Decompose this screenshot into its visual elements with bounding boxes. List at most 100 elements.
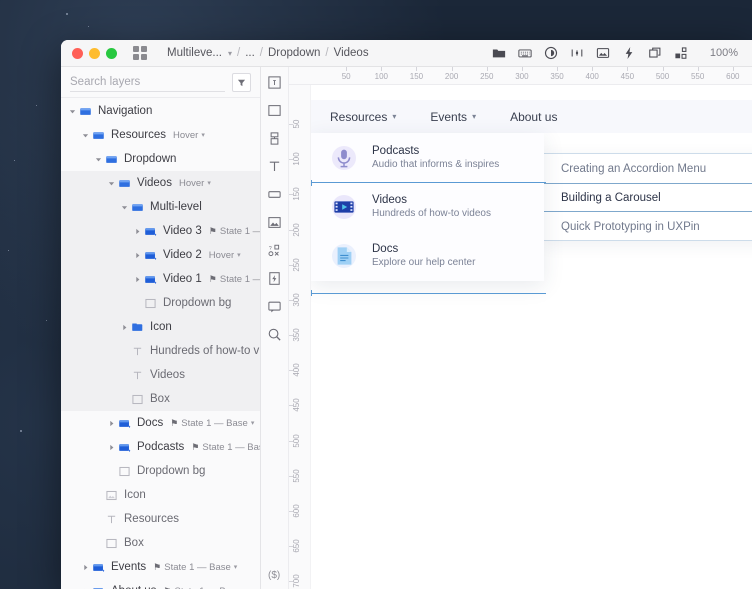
image-icon[interactable]	[596, 46, 610, 60]
ruler-label: 400	[292, 363, 301, 377]
layer-row[interactable]: Dropdown bg	[61, 459, 260, 483]
comment-tool-icon[interactable]	[267, 299, 282, 314]
image-tool-icon[interactable]	[267, 215, 282, 230]
svg-text:?: ?	[269, 246, 272, 252]
chevron-down-icon[interactable]	[67, 108, 78, 115]
filter-icon[interactable]	[232, 72, 251, 92]
chevron-down-icon[interactable]: ▾	[228, 49, 232, 58]
minimize-button[interactable]	[89, 47, 100, 59]
layer-row[interactable]: Videos Hover ▾	[61, 171, 260, 195]
state-label: State 1 — Base	[202, 441, 260, 453]
layer-row[interactable]: Video 3 ⚑State 1 — Base▾	[61, 219, 260, 243]
button-tool-icon[interactable]	[267, 187, 282, 202]
breadcrumb-ellipsis[interactable]: ...	[245, 47, 255, 59]
layer-name: Dropdown	[124, 153, 177, 165]
chevron-down-icon[interactable]	[106, 180, 117, 187]
ruler-label: 300	[515, 72, 529, 81]
layer-row[interactable]: Multi-level	[61, 195, 260, 219]
grid-view-icon[interactable]	[133, 46, 147, 60]
layer-row[interactable]: Podcasts ⚑State 1 — Base▾	[61, 435, 260, 459]
component-tool-icon[interactable]	[267, 131, 282, 146]
submenu-item-accordion[interactable]: Creating an Accordion Menu	[543, 154, 752, 183]
ruler-label: 350	[550, 72, 564, 81]
state-badge[interactable]: ⚑State 1 — Base▾	[153, 562, 237, 573]
chevron-down-icon[interactable]	[93, 156, 104, 163]
text-tool-icon[interactable]	[267, 159, 282, 174]
flag-icon: ⚑	[208, 225, 217, 236]
state-label: State 1 — Base	[181, 417, 248, 429]
breadcrumb-item-dropdown[interactable]: Dropdown	[268, 47, 320, 59]
layer-row[interactable]: Events ⚑ State 1 — Base ▾	[61, 555, 260, 579]
keyboard-icon[interactable]	[518, 46, 532, 60]
ruler-label: 400	[585, 72, 599, 81]
layer-row[interactable]: Resources	[61, 507, 260, 531]
chevron-right-icon[interactable]	[132, 228, 143, 235]
submenu-item-prototyping[interactable]: Quick Prototyping in UXPin	[543, 212, 752, 241]
duplicate-icon[interactable]	[648, 46, 662, 60]
target-icon[interactable]	[544, 46, 558, 60]
dropdown-item-podcasts[interactable]: Podcasts Audio that informs & inspires	[311, 133, 544, 182]
chevron-down-icon[interactable]	[119, 204, 130, 211]
lightning-icon[interactable]	[622, 46, 636, 60]
chevron-down-icon[interactable]	[80, 132, 91, 139]
layer-row[interactable]: Icon	[61, 315, 260, 339]
layer-row[interactable]: Icon	[61, 483, 260, 507]
dropdown-item-subtitle: Explore our help center	[372, 256, 476, 268]
layer-row[interactable]: Video 1 ⚑State 1 — Base▾	[61, 267, 260, 291]
dropdown-item-subtitle: Audio that informs & inspires	[372, 158, 500, 170]
folder-icon[interactable]	[492, 46, 506, 60]
artboard-tool-icon[interactable]	[267, 75, 282, 90]
interaction-tool-icon[interactable]	[267, 271, 282, 286]
state-badge[interactable]: Hover ▾	[179, 178, 211, 189]
state-badge[interactable]: ⚑State 1 — Base▾	[209, 274, 260, 285]
chevron-right-icon[interactable]	[119, 324, 130, 331]
submenu-item-carousel[interactable]: Building a Carousel	[542, 183, 752, 212]
layer-row[interactable]: Dropdown bg	[61, 291, 260, 315]
currency-tool[interactable]: ($)	[268, 570, 280, 581]
dropdown-item-docs[interactable]: Docs Explore our help center	[311, 231, 544, 280]
selection-handle-bottom-left[interactable]	[311, 290, 312, 296]
chevron-right-icon[interactable]	[106, 420, 117, 427]
breadcrumb-project[interactable]: Multileve...	[167, 47, 222, 59]
maximize-button[interactable]	[106, 47, 117, 59]
state-badge[interactable]: ⚑State 1 — Base▾	[163, 586, 247, 589]
nav-item-events[interactable]: Events ▾	[430, 110, 476, 124]
group-icon	[117, 177, 132, 190]
state-badge[interactable]: Hover ▾	[173, 130, 205, 141]
layer-row[interactable]: Video 2 Hover ▾	[61, 243, 260, 267]
breadcrumb-item-videos[interactable]: Videos	[334, 47, 369, 59]
dropdown-item-videos[interactable]: Videos Hundreds of how-to videos	[311, 182, 544, 231]
components-icon[interactable]	[674, 46, 688, 60]
layer-row[interactable]: About us ⚑State 1 — Base▾	[61, 579, 260, 589]
align-distribute-icon[interactable]	[570, 46, 584, 60]
layer-row[interactable]: Docs ⚑ State 1 — Base ▾	[61, 411, 260, 435]
layer-row[interactable]: Dropdown	[61, 147, 260, 171]
layer-row[interactable]: Navigation	[61, 99, 260, 123]
rect-icon	[130, 394, 145, 405]
chevron-right-icon[interactable]	[106, 444, 117, 451]
ruler-tick	[346, 67, 348, 71]
layer-row[interactable]: Hundreds of how-to videos	[61, 339, 260, 363]
dropdown-item-text: Podcasts Audio that informs & inspires	[372, 144, 499, 172]
layer-row[interactable]: Box	[61, 531, 260, 555]
rectangle-tool-icon[interactable]	[267, 103, 282, 118]
state-badge[interactable]: ⚑State 1 — Base▾	[209, 226, 260, 237]
zoom-level[interactable]: 100%	[710, 47, 738, 59]
states-tool-icon[interactable]: ?	[267, 243, 282, 258]
chevron-right-icon[interactable]	[132, 276, 143, 283]
artboard[interactable]: Resources ▾ Events ▾ About us Creating a…	[311, 85, 752, 589]
layer-row[interactable]: Resources Hover ▾	[61, 123, 260, 147]
nav-item-about-us[interactable]: About us	[510, 110, 557, 124]
search-input[interactable]	[70, 72, 225, 92]
chevron-right-icon[interactable]	[132, 252, 143, 259]
close-button[interactable]	[72, 47, 83, 59]
layer-tree[interactable]: Navigation Resources Hover ▾ Dropdown Videos H…	[61, 99, 260, 589]
layer-row[interactable]: Box	[61, 387, 260, 411]
zoom-tool-icon[interactable]	[267, 327, 282, 342]
layer-row[interactable]: Videos	[61, 363, 260, 387]
nav-item-resources[interactable]: Resources ▾	[330, 110, 396, 124]
state-badge[interactable]: ⚑State 1 — Base▾	[191, 442, 260, 453]
state-badge[interactable]: Hover ▾	[209, 250, 241, 261]
state-badge[interactable]: ⚑State 1 — Base▾	[170, 418, 254, 429]
chevron-right-icon[interactable]	[80, 564, 91, 571]
